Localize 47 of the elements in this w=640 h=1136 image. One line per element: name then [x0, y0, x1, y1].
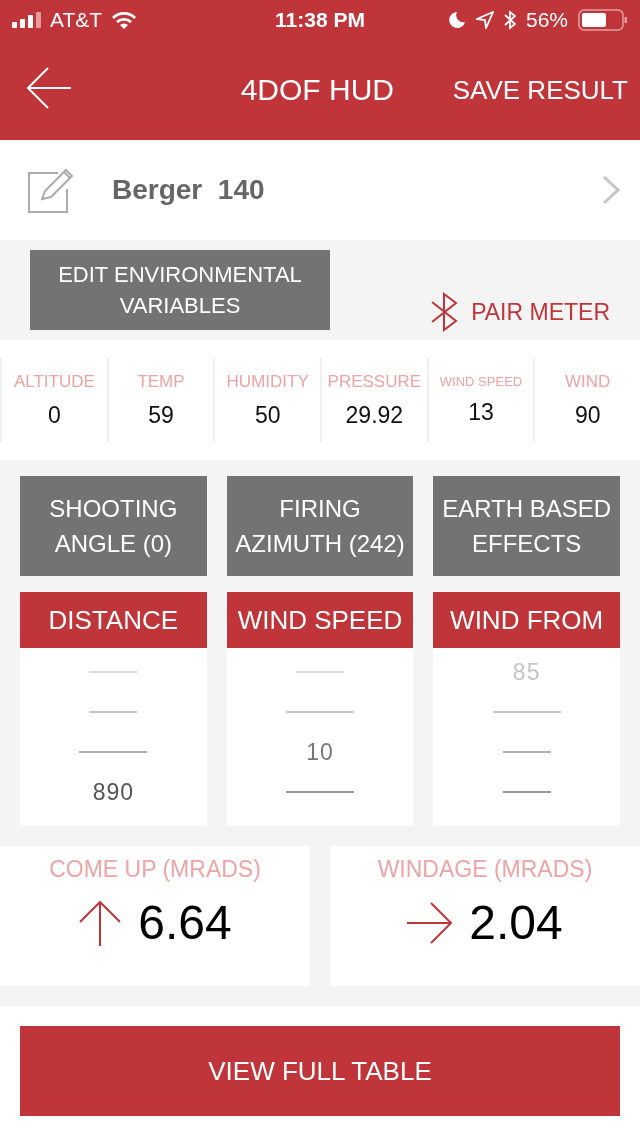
- value-picker[interactable]: 890: [20, 648, 207, 826]
- arrow-up-icon: [78, 899, 123, 946]
- edit-environmental-variables-button[interactable]: EDIT ENVIRONMENTAL VARIABLES: [30, 250, 330, 330]
- option-button[interactable]: EARTH BASED EFFECTS: [433, 476, 620, 576]
- reading-label: TEMP: [137, 371, 185, 392]
- result-label: WINDAGE (MRADS): [377, 856, 593, 883]
- option-button[interactable]: FIRING AZIMUTH (242): [226, 476, 414, 576]
- option-button[interactable]: SHOOTING ANGLE (0): [20, 476, 207, 576]
- reading-value: 13: [468, 399, 494, 426]
- picker-value: 10: [306, 738, 334, 766]
- value-picker[interactable]: 10: [226, 648, 414, 826]
- reading-label: ALTITUDE: [13, 371, 95, 392]
- back-arrow-icon: [26, 66, 72, 110]
- reading-value: 29.92: [345, 401, 404, 429]
- bluetooth-icon: [429, 292, 460, 332]
- reading-label: PRESSURE: [327, 371, 422, 392]
- picker-value: 85: [512, 658, 541, 686]
- picker-header: WIND SPEED: [226, 592, 414, 648]
- moon-icon: [448, 11, 466, 29]
- reading-value: 50: [254, 401, 281, 429]
- edit-icon[interactable]: [28, 167, 74, 213]
- pair-meter-button[interactable]: PAIR METER: [429, 292, 610, 332]
- save-result-button[interactable]: SAVE RESULT: [452, 74, 628, 106]
- reading-label: WIND: [565, 371, 611, 392]
- reading-label: WIND SPEED: [439, 374, 523, 389]
- location-icon: [476, 11, 494, 29]
- result-label: COME UP (MRADS): [49, 856, 261, 883]
- screen-title: 4DOF HUD: [239, 73, 395, 107]
- chevron-right-icon[interactable]: [602, 175, 620, 205]
- clock-time: 11:38 PM: [275, 8, 365, 32]
- reading-value: 0: [47, 401, 61, 429]
- bluetooth-icon: [504, 10, 516, 30]
- carrier-name: AT&T: [50, 8, 103, 32]
- reading-value: 59: [148, 401, 174, 429]
- picker-header: DISTANCE: [20, 592, 207, 648]
- wifi-icon: [110, 10, 139, 30]
- result-value: 6.64: [138, 895, 232, 950]
- reading-value: 90: [574, 401, 601, 429]
- result-value: 2.04: [469, 895, 563, 950]
- picker-header: WIND FROM: [433, 592, 620, 648]
- arrow-right-icon: [407, 900, 454, 945]
- view-full-table-button[interactable]: VIEW FULL TABLE: [20, 1026, 620, 1116]
- picker-value: 890: [92, 778, 134, 806]
- signal-icon: [12, 12, 42, 28]
- reading-label: HUMIDITY: [226, 371, 309, 392]
- battery-percent: 56%: [526, 8, 568, 32]
- battery-icon: [578, 9, 628, 31]
